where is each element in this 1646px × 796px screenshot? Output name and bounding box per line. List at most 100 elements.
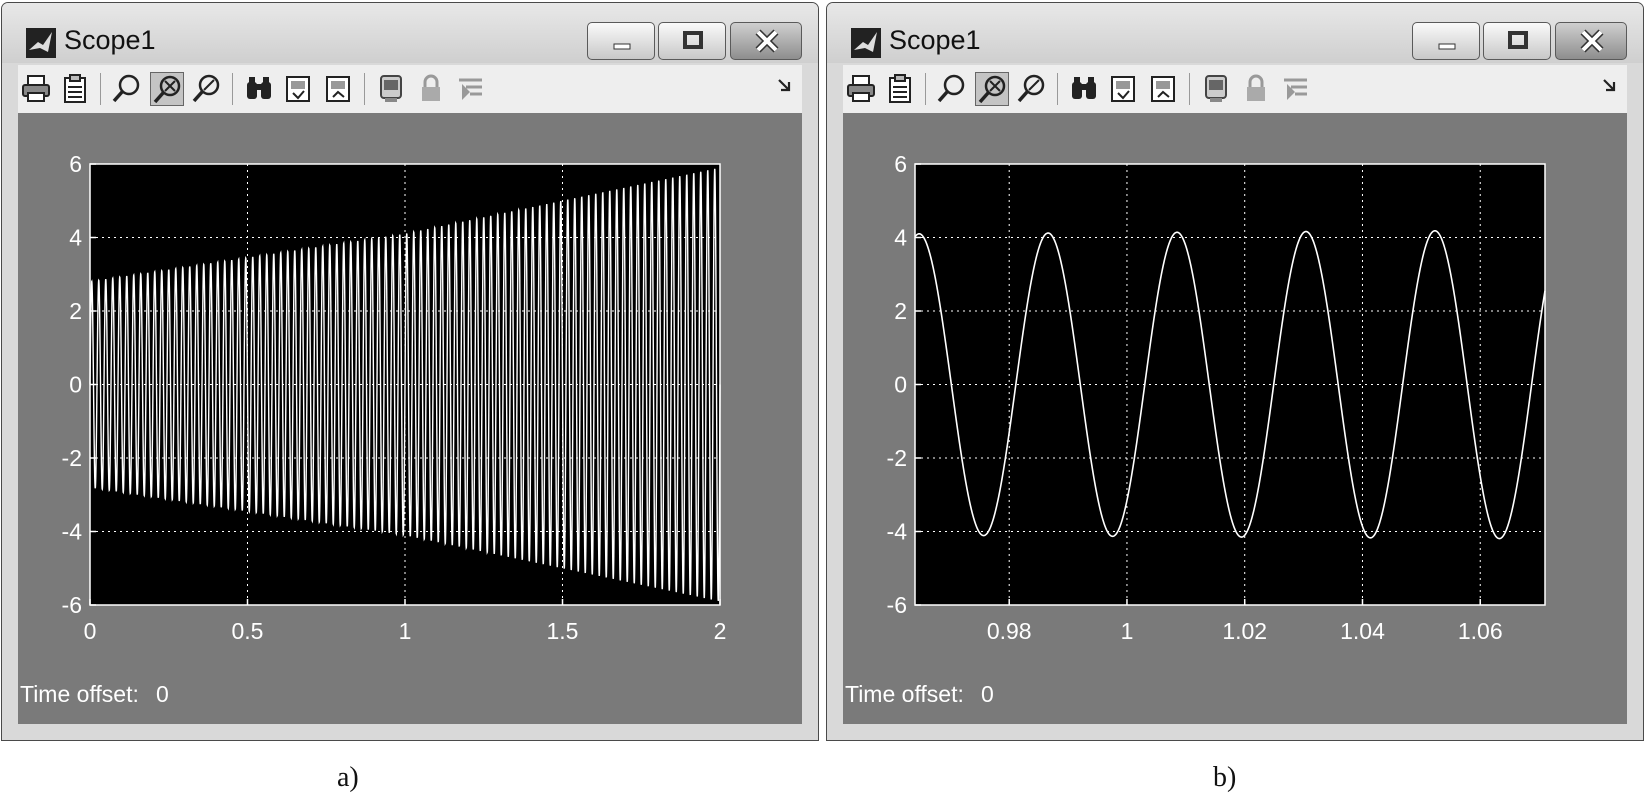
- lock-axes-button[interactable]: [414, 72, 448, 106]
- zoom-icon: [937, 74, 965, 103]
- y-tick-label: -4: [887, 519, 908, 545]
- close-button[interactable]: [730, 22, 802, 60]
- y-tick-label: -6: [887, 592, 907, 618]
- toolbar-separator: [232, 73, 233, 105]
- print-button[interactable]: [20, 72, 54, 106]
- save-axes-button[interactable]: [1107, 72, 1141, 106]
- minimize-button[interactable]: [587, 22, 655, 60]
- x-tick-label: 1.02: [1222, 618, 1267, 644]
- zoom-y-icon: [1017, 74, 1045, 103]
- y-tick-label: 0: [894, 372, 907, 398]
- zoom-y-button[interactable]: [1015, 72, 1049, 106]
- signal-selection-icon: [1284, 78, 1307, 100]
- dock-icon[interactable]: [776, 77, 794, 95]
- zoom-x-icon: [153, 75, 181, 104]
- window-title: Scope1: [64, 25, 156, 55]
- save-axes-icon: [1111, 76, 1135, 102]
- x-tick-label: 0.98: [987, 618, 1032, 644]
- zoom-x-button[interactable]: [975, 72, 1009, 106]
- x-tick-label: 1.04: [1340, 618, 1385, 644]
- zoom-y-button[interactable]: [190, 72, 224, 106]
- floating-scope-icon: [1205, 75, 1227, 102]
- y-tick-label: -2: [887, 445, 907, 471]
- x-tick-label: 1: [1121, 618, 1134, 644]
- zoom-button[interactable]: [935, 72, 969, 106]
- minimize-icon: [613, 43, 631, 50]
- scope-window-a: Scope1 -6 -4 -2 0 2 4 6 0 0.5 1 1.5 2 Ti…: [1, 2, 819, 741]
- close-icon: [755, 29, 779, 53]
- scope-window-b: Scope1 -6 -4 -2 0 2 4 6 0.98 1 1.02 1.04…: [826, 2, 1644, 741]
- maximize-button[interactable]: [658, 22, 726, 60]
- minimize-button[interactable]: [1412, 22, 1480, 60]
- window-title: Scope1: [889, 25, 981, 55]
- zoom-x-icon: [978, 75, 1006, 104]
- signal-selection-button[interactable]: [454, 72, 488, 106]
- restore-axes-button[interactable]: [322, 72, 356, 106]
- lock-axes-icon: [422, 74, 440, 101]
- figure-caption-b: b): [1213, 762, 1237, 793]
- scope-axes[interactable]: -6 -4 -2 0 2 4 6 0 0.5 1 1.5 2: [18, 113, 802, 726]
- matlab-logo-icon: [851, 28, 881, 58]
- y-tick-label: -2: [62, 445, 82, 471]
- y-tick-label: 4: [69, 225, 82, 251]
- y-tick-label: 4: [894, 225, 907, 251]
- zoom-icon: [112, 74, 140, 103]
- x-tick-label: 2: [714, 618, 727, 644]
- floating-scope-icon: [380, 75, 402, 102]
- restore-axes-button[interactable]: [1147, 72, 1181, 106]
- save-axes-button[interactable]: [282, 72, 316, 106]
- scope-display: -6 -4 -2 0 2 4 6 0.98 1 1.02 1.04 1.06 Time offset:…: [843, 113, 1627, 724]
- parameters-button[interactable]: [883, 72, 917, 106]
- restore-axes-icon: [1151, 76, 1175, 102]
- parameters-icon: [64, 74, 86, 103]
- y-tick-label: 6: [69, 151, 82, 177]
- maximize-button[interactable]: [1483, 22, 1551, 60]
- toolbar-separator: [364, 73, 365, 105]
- lock-axes-icon: [1247, 74, 1265, 101]
- matlab-logo-icon: [26, 28, 56, 58]
- close-icon: [1580, 29, 1604, 53]
- y-tick-label: 2: [894, 298, 907, 324]
- zoom-x-button[interactable]: [150, 72, 184, 106]
- print-icon: [847, 75, 875, 102]
- y-tick-label: -4: [62, 519, 83, 545]
- time-offset-label: Time offset:: [845, 681, 964, 707]
- time-offset-value: 0: [156, 681, 169, 707]
- x-tick-label: 1.06: [1458, 618, 1503, 644]
- y-tick-label: 2: [69, 298, 82, 324]
- toolbar-separator: [1189, 73, 1190, 105]
- zoom-button[interactable]: [110, 72, 144, 106]
- parameters-icon: [889, 74, 911, 103]
- y-tick-label: 0: [69, 372, 82, 398]
- floating-scope-button[interactable]: [374, 72, 408, 106]
- maximize-icon: [683, 31, 703, 49]
- signal-selection-button[interactable]: [1279, 72, 1313, 106]
- toolbar: [843, 65, 1627, 114]
- signal-selection-icon: [459, 78, 482, 100]
- print-button[interactable]: [845, 72, 879, 106]
- minimize-icon: [1438, 43, 1456, 50]
- x-tick-label: 0.5: [232, 618, 264, 644]
- scope-display: -6 -4 -2 0 2 4 6 0 0.5 1 1.5 2 Time offset: 0: [18, 113, 802, 724]
- x-tick-label: 0: [84, 618, 97, 644]
- toolbar-separator: [100, 73, 101, 105]
- parameters-button[interactable]: [58, 72, 92, 106]
- dock-icon[interactable]: [1601, 77, 1619, 95]
- y-tick-label: -6: [62, 592, 82, 618]
- figure-caption-a: a): [337, 762, 359, 793]
- toolbar-separator: [1057, 73, 1058, 105]
- scope-axes[interactable]: -6 -4 -2 0 2 4 6 0.98 1 1.02 1.04 1.06: [843, 113, 1627, 726]
- title-bar[interactable]: Scope1: [2, 3, 818, 63]
- x-tick-label: 1.5: [547, 618, 579, 644]
- autoscale-icon: [1072, 77, 1096, 99]
- autoscale-button[interactable]: [242, 72, 276, 106]
- floating-scope-button[interactable]: [1199, 72, 1233, 106]
- time-offset-label: Time offset:: [20, 681, 139, 707]
- y-tick-label: 6: [894, 151, 907, 177]
- autoscale-icon: [247, 77, 271, 99]
- title-bar[interactable]: Scope1: [827, 3, 1643, 63]
- zoom-y-icon: [192, 74, 220, 103]
- close-button[interactable]: [1555, 22, 1627, 60]
- autoscale-button[interactable]: [1067, 72, 1101, 106]
- lock-axes-button[interactable]: [1239, 72, 1273, 106]
